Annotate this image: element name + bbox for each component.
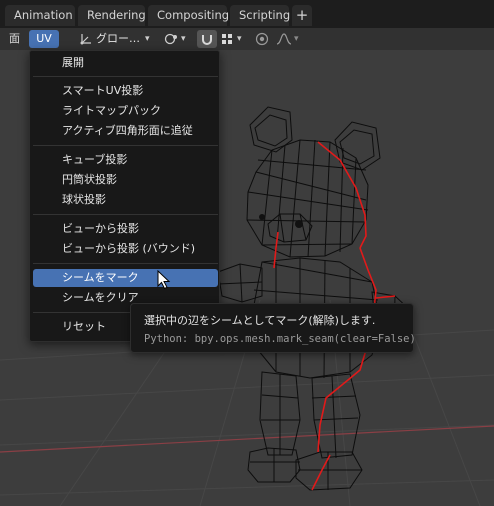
chevron-down-icon: ▾ xyxy=(181,34,186,44)
orientation-label: グロー… xyxy=(96,32,140,45)
menu-item-follow-active-quads[interactable]: アクティブ四角形面に追従 xyxy=(33,122,218,140)
uv-dropdown-menu: 展開 スマートUV投影 ライトマップパック アクティブ四角形面に追従 キューブ投… xyxy=(29,50,220,342)
tab-compositing[interactable]: Compositing xyxy=(148,5,229,26)
tooltip: 選択中の辺をシームとしてマーク(解除)します. Python: bpy.ops.… xyxy=(130,303,416,353)
add-workspace-button[interactable]: + xyxy=(292,5,312,26)
uv-menu-button[interactable]: UV xyxy=(29,30,59,48)
tab-animation[interactable]: Animation xyxy=(5,5,75,26)
transform-orientation-dropdown[interactable]: グロー… ▾ xyxy=(79,30,157,48)
tab-rendering[interactable]: Rendering xyxy=(78,5,146,26)
menu-item-project-from-view-bounds[interactable]: ビューから投影 (バウンド) xyxy=(33,240,218,258)
snap-grid-icon xyxy=(222,34,232,44)
menu-item-smart-uv-project[interactable]: スマートUV投影 xyxy=(33,82,218,100)
tab-scripting[interactable]: Scripting xyxy=(230,5,290,26)
menu-separator xyxy=(33,214,218,215)
menu-item-lightmap-pack[interactable]: ライトマップパック xyxy=(33,102,218,120)
pivot-point-icon xyxy=(164,33,177,45)
menu-item-unwrap[interactable]: 展開 xyxy=(33,54,218,72)
face-menu[interactable]: 面 xyxy=(9,30,25,48)
snap-target-dropdown[interactable]: ▾ xyxy=(220,30,248,48)
menu-item-mark-seam[interactable]: シームをマーク xyxy=(33,269,218,287)
chevron-down-icon: ▾ xyxy=(145,34,150,44)
menu-item-cube-projection[interactable]: キューブ投影 xyxy=(33,151,218,169)
proportional-edit-toggle[interactable] xyxy=(254,30,272,48)
viewport-header: 面 UV グロー… ▾ ▾ ▾ ▾ xyxy=(0,28,494,50)
chevron-down-icon: ▾ xyxy=(237,34,242,44)
snap-toggle[interactable] xyxy=(197,30,217,48)
workspace-tabs: Animation Rendering Compositing Scriptin… xyxy=(0,0,494,28)
menu-separator xyxy=(33,263,218,264)
menu-item-sphere-projection[interactable]: 球状投影 xyxy=(33,191,218,209)
menu-item-project-from-view[interactable]: ビューから投影 xyxy=(33,220,218,238)
proportional-edit-icon xyxy=(255,32,269,46)
menu-separator xyxy=(33,145,218,146)
menu-separator xyxy=(33,76,218,77)
menu-item-cylinder-projection[interactable]: 円筒状投影 xyxy=(33,171,218,189)
mouse-cursor-icon xyxy=(157,270,171,290)
tooltip-description: 選択中の辺をシームとしてマーク(解除)します. xyxy=(144,314,376,327)
snap-magnet-icon xyxy=(202,35,212,45)
tooltip-python-command: Python: bpy.ops.mesh.mark_seam(clear=Fal… xyxy=(144,333,416,345)
transform-axes-icon xyxy=(80,34,91,45)
falloff-curve-icon xyxy=(276,33,292,45)
pivot-point-dropdown[interactable]: ▾ xyxy=(164,30,192,48)
falloff-dropdown[interactable]: ▾ xyxy=(276,30,306,48)
chevron-down-icon: ▾ xyxy=(294,34,299,44)
